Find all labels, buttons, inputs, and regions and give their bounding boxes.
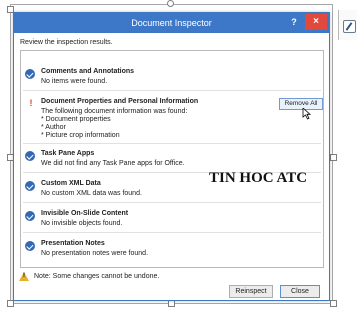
check-circle-icon	[25, 151, 35, 161]
exclamation-icon: !	[29, 98, 33, 108]
check-circle-icon	[25, 241, 35, 251]
dialog-title: Document Inspector	[131, 18, 212, 28]
divider	[23, 143, 321, 144]
result-detail: * Document properties	[41, 116, 111, 123]
result-detail: * Picture crop information	[41, 132, 120, 139]
help-button[interactable]: ?	[289, 16, 299, 28]
reinspect-button[interactable]: Reinspect	[229, 285, 273, 298]
result-detail: No custom XML data was found.	[41, 190, 142, 197]
check-circle-icon	[25, 211, 35, 221]
warning-triangle-icon	[19, 272, 29, 281]
remove-all-button[interactable]: Remove All	[279, 98, 323, 110]
result-detail: We did not find any Task Pane apps for O…	[41, 160, 185, 167]
divider	[23, 202, 321, 203]
result-title: Task Pane Apps	[41, 150, 95, 157]
result-detail: The following document information was f…	[41, 108, 188, 115]
inspection-results-panel: Comments and Annotations No items were f…	[20, 50, 324, 268]
result-title: Custom XML Data	[41, 180, 101, 187]
result-detail: * Author	[41, 124, 66, 131]
review-instructions: Review the inspection results.	[20, 39, 113, 46]
check-circle-icon	[25, 69, 35, 79]
result-title: Document Properties and Personal Informa…	[41, 98, 199, 105]
dialog-titlebar[interactable]: Document Inspector ? ×	[14, 13, 329, 33]
resize-handle-bottom-left[interactable]	[7, 300, 14, 307]
undo-note: Note: Some changes cannot be undone.	[34, 273, 160, 280]
result-title: Comments and Annotations	[41, 68, 135, 75]
edit-icon[interactable]	[343, 20, 356, 33]
document-inspector-dialog: Document Inspector ? × Review the inspec…	[13, 12, 330, 301]
resize-handle-bottom-right[interactable]	[330, 300, 337, 307]
watermark-text: TIN HOC ATC	[209, 170, 308, 186]
resize-handle-bottom[interactable]	[168, 300, 175, 307]
check-circle-icon	[25, 181, 35, 191]
divider	[23, 232, 321, 233]
result-detail: No presentation notes were found.	[41, 250, 149, 257]
result-detail: No invisible objects found.	[41, 220, 123, 227]
rotate-handle[interactable]	[167, 0, 174, 7]
close-window-button[interactable]: ×	[305, 14, 327, 30]
result-detail: No items were found.	[41, 78, 108, 85]
result-title: Invisible On-Slide Content	[41, 210, 129, 217]
resize-handle-right[interactable]	[330, 154, 337, 161]
divider	[23, 90, 321, 91]
close-button[interactable]: Close	[280, 285, 320, 298]
mouse-cursor-icon	[302, 108, 312, 120]
result-title: Presentation Notes	[41, 240, 105, 247]
